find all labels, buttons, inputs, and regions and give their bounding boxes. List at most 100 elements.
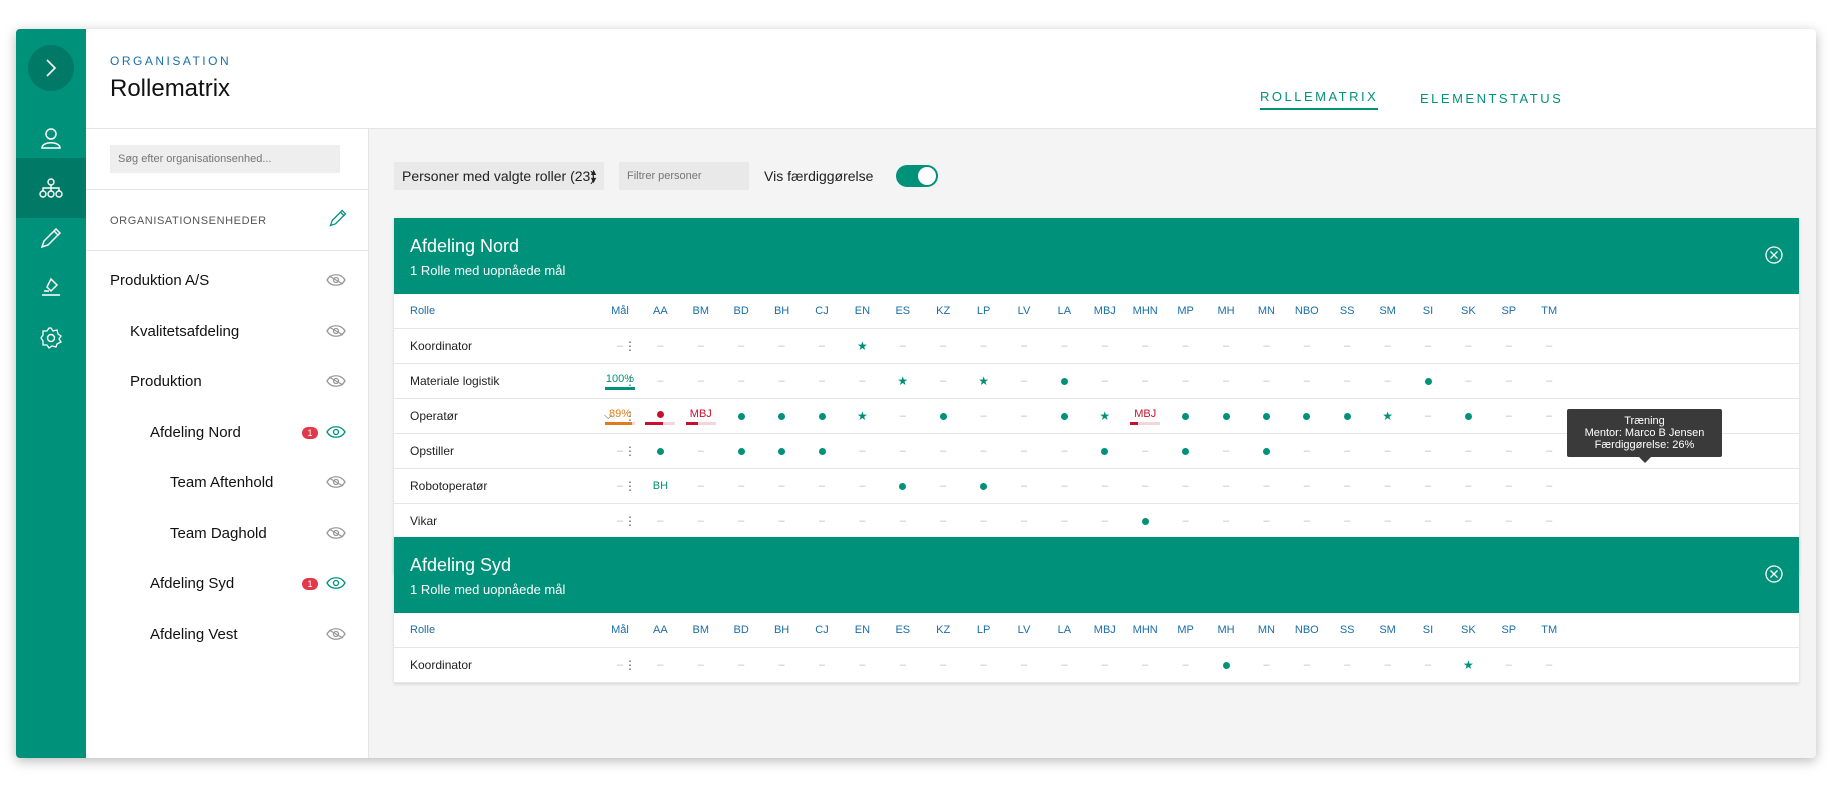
role-name: Operatør [410, 409, 459, 423]
hand-pen-icon [42, 277, 60, 296]
star-icon: ★ [857, 409, 868, 423]
visibility-toggle[interactable] [326, 425, 346, 444]
card-subtitle: 1 Rolle med uopnåede mål [410, 263, 566, 278]
visibility-toggle[interactable] [326, 627, 346, 646]
visibility-toggle[interactable] [326, 324, 346, 343]
matrix-cell[interactable]: – [1525, 648, 1573, 683]
chevron-right-icon [46, 59, 57, 77]
assigned-dot [778, 412, 786, 420]
close-circle-icon [1765, 565, 1783, 583]
matrix-cell[interactable]: – [1525, 469, 1573, 504]
assigned-dot [1262, 447, 1270, 455]
eye-off-icon [326, 274, 346, 286]
progress-fill [685, 422, 698, 425]
progress-bar [605, 387, 635, 390]
goal-label: 89% [608, 408, 632, 420]
close-card-button[interactable] [1765, 565, 1783, 588]
role-name: Opstiller [410, 444, 455, 458]
role-name: Robotoperatør [410, 479, 488, 493]
org-units-header: ORGANISATIONSENHEDER [86, 189, 368, 251]
page-eyebrow: ORGANISATION [110, 54, 232, 68]
department-card: Afdeling Syd 1 Rolle med uopnåede mål Roll… [394, 537, 1799, 683]
page-header: ORGANISATION Rollematrix ROLLEMATRIX ELE… [86, 29, 1816, 129]
tree-item-label: Afdeling Syd [150, 575, 235, 592]
role-row: Koordinator ⋮ – – – – – – – – – – – – – – – – – – – – ★ – – [394, 648, 1799, 683]
assigned-dot [1182, 447, 1190, 455]
matrix-header-row: Rolle Mål AA BM BD BH CJ EN ES KZ LP LV LA MBJ MHN MP MH… [394, 613, 1799, 648]
role-people-select[interactable]: Personer med valgte roller (23) ▲ ▼ [394, 162, 604, 190]
visibility-toggle[interactable] [326, 273, 346, 292]
assigned-dot [1141, 517, 1149, 525]
assigned-dot [1262, 412, 1270, 420]
star-icon: ★ [1382, 409, 1393, 423]
star-icon: ★ [1099, 409, 1111, 423]
role-row: Vikar ⋮ – – – – – – – – – – – – – – – – – – – – – – – [394, 504, 1799, 539]
visibility-toggle[interactable] [326, 475, 346, 494]
visibility-toggle[interactable] [326, 576, 346, 595]
matrix-cell[interactable]: – [1525, 399, 1573, 434]
select-value: Personer med valgte roller (23) [402, 168, 595, 184]
card-header: Afdeling Nord 1 Rolle med uopnåede mål [394, 218, 1799, 294]
tree-item-label: Produktion [130, 373, 202, 390]
matrix-cell[interactable]: – [1525, 504, 1573, 539]
matrix-cell[interactable]: – [1525, 329, 1573, 364]
assigned-dot [1060, 377, 1068, 385]
org-units-panel: ORGANISATIONSENHEDER Produktion A/S Kvali… [86, 129, 369, 758]
eye-off-icon [326, 375, 346, 387]
tree-item-label: Produktion A/S [110, 272, 210, 289]
goal-label: 100% [605, 373, 635, 385]
progress-bar [685, 422, 716, 425]
close-circle-icon [1765, 246, 1783, 264]
matrix-cell[interactable]: – [1525, 434, 1573, 469]
tree-item-label: Afdeling Vest [150, 625, 238, 643]
role-name: Vikar [410, 514, 438, 528]
main-content: Personer med valgte roller (23) ▲▼ Vis f… [370, 129, 1816, 758]
star-icon: ★ [857, 339, 868, 353]
tab-elementstatus[interactable]: ELEMENTSTATUS [1420, 91, 1563, 110]
close-card-button[interactable] [1765, 246, 1783, 269]
eye-off-icon [326, 627, 346, 640]
org-chart-icon [39, 178, 63, 198]
assigned-dot [737, 447, 745, 455]
goal-label: MBJ [689, 408, 712, 420]
assigned-dot [1424, 377, 1432, 385]
rail-item-settings[interactable] [16, 308, 86, 368]
expand-rail-button[interactable] [28, 45, 74, 91]
progress-fill [605, 422, 632, 425]
eye-icon [326, 425, 346, 438]
column-header[interactable]: TM [1525, 613, 1573, 648]
tree-item[interactable]: Afdeling Vest [86, 605, 368, 665]
column-header: Rolle [410, 305, 436, 317]
user-icon [41, 128, 61, 149]
assigned-dot [818, 412, 826, 420]
card-title: Afdeling Syd [410, 555, 512, 575]
matrix-cell[interactable]: – [1525, 364, 1573, 399]
progress-fill [605, 387, 635, 390]
role-row: Materiale logistik ⋮ 100% – – – – – – ★ – ★ – – – – – – – –… [394, 364, 1799, 399]
matrix-header-row: Rolle Mål AA BM BD BH CJ EN ES KZ LP LV LA MBJ MHN MP MH… [394, 294, 1799, 329]
completion-toggle-label: Vis færdiggørelse [764, 168, 874, 184]
progress-bar [645, 422, 676, 425]
edit-units-button[interactable] [328, 208, 348, 233]
in-training-dot [656, 410, 664, 418]
filter-people-input[interactable] [619, 162, 749, 190]
role-row: Robotoperatør ⋮ – BH – – – – – – – – – – – – – – – – – – – – [394, 469, 1799, 504]
tree-item-label: Team Daghold [170, 524, 267, 542]
completion-toggle[interactable] [896, 165, 938, 187]
column-header[interactable]: TM [1525, 294, 1573, 329]
alert-badge: 1 [302, 578, 318, 590]
tree-item-label: Team Aftenhold [170, 474, 274, 491]
visibility-toggle[interactable] [326, 526, 346, 545]
card-title: Afdeling Nord [410, 236, 520, 256]
tab-rollematrix[interactable]: ROLLEMATRIX [1260, 89, 1379, 110]
org-search-input[interactable] [110, 145, 340, 173]
toggle-knob [918, 167, 936, 185]
star-icon: ★ [1463, 658, 1474, 672]
eye-off-icon [326, 526, 346, 539]
eye-off-icon [326, 476, 346, 488]
tooltip-line: Mentor: Marco B Jensen [1584, 427, 1705, 439]
assigned-dot [1222, 661, 1230, 669]
assigned-dot [899, 482, 907, 490]
visibility-toggle[interactable] [326, 374, 346, 393]
progress-bar [1130, 422, 1161, 425]
